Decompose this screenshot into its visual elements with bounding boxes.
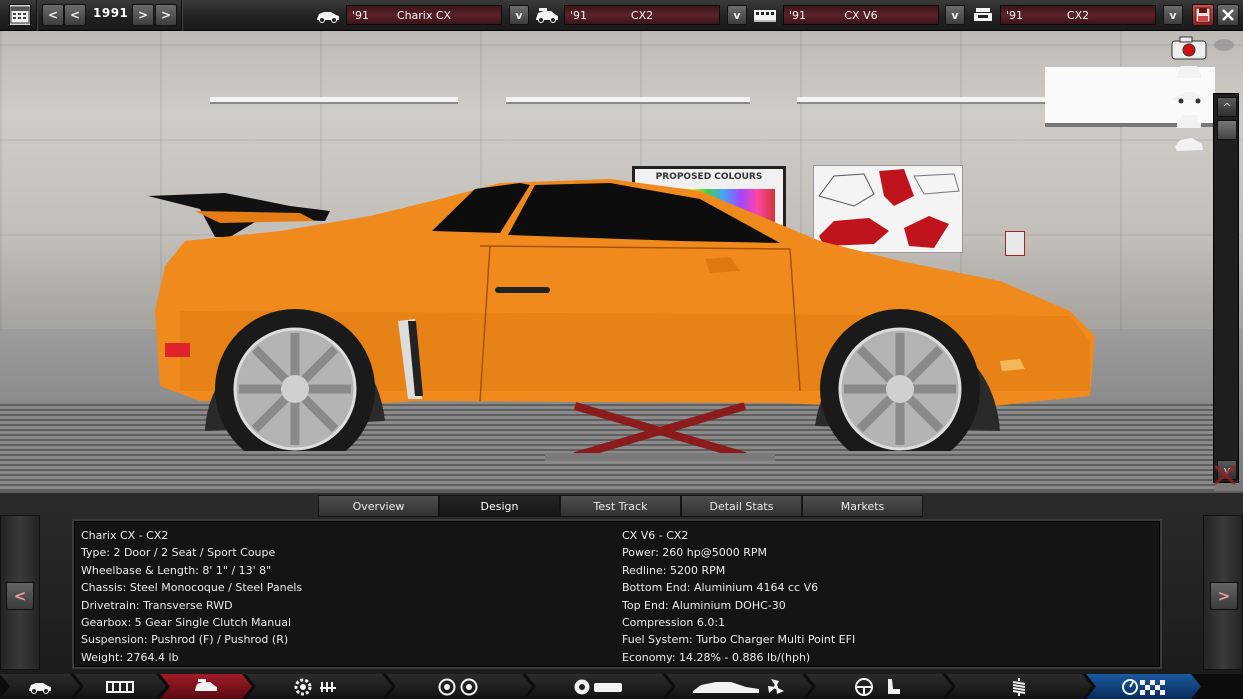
year-forward-ten-button[interactable]: > — [155, 4, 177, 26]
year-forward-button[interactable]: > — [132, 4, 154, 26]
ceiling-light — [210, 97, 458, 104]
nav-body[interactable] — [160, 674, 252, 699]
engine-info-column: CX V6 - CX2 Power: 260 hp@5000 RPM Redli… — [622, 527, 855, 666]
side-view-icon[interactable] — [1172, 86, 1206, 106]
car-model-render — [148, 179, 1095, 451]
engine-field[interactable]: '91 CX V6 — [783, 5, 939, 25]
aero-icon — [691, 677, 787, 697]
info-tabs: Overview Design Test Track Detail Stats … — [318, 495, 923, 517]
tab-overview[interactable]: Overview — [318, 495, 439, 517]
suspension-icon — [1009, 677, 1029, 697]
car-model-icon — [27, 679, 53, 695]
car-chassis: Chassis: Steel Monocoque / Steel Panels — [81, 581, 303, 595]
engine-name: CX V6 — [844, 9, 878, 22]
car-gearbox: Gearbox: 5 Gear Single Clutch Manual — [81, 616, 292, 630]
three-quarter-view-icon[interactable] — [1172, 135, 1206, 155]
rear-view-icon[interactable] — [1172, 111, 1206, 131]
engine-icon — [294, 678, 344, 696]
wheels-icon — [437, 678, 481, 696]
car-model-field[interactable]: '91 Charix CX — [346, 5, 502, 25]
nav-chassis[interactable] — [74, 674, 166, 699]
car-type: Type: 2 Door / 2 Seat / Sport Coupe — [81, 546, 276, 560]
engine-bottom-end: Bottom End: Aluminium 4164 cc V6 — [622, 581, 819, 595]
nav-engine[interactable] — [246, 674, 392, 699]
zoom-up-button[interactable]: ^ — [1217, 97, 1237, 117]
car-name: Charix CX - CX2 — [81, 529, 169, 542]
engine-top-end: Top End: Aluminium DOHC-30 — [622, 598, 786, 612]
body-icon — [193, 679, 219, 695]
car-model-dropdown-button[interactable]: v — [509, 5, 529, 25]
year-display: 1991 — [93, 6, 129, 20]
nav-car-model[interactable] — [0, 674, 80, 699]
brakes-icon — [572, 678, 626, 696]
info-panel: Overview Design Test Track Detail Stats … — [0, 491, 1243, 674]
engine-redline: Redline: 5200 RPM — [622, 563, 726, 577]
dropdown-label: v — [733, 8, 741, 22]
nav-wheels[interactable] — [386, 674, 532, 699]
nav-interior[interactable] — [806, 674, 952, 699]
next-car-button[interactable]: > — [1210, 582, 1238, 610]
divider — [181, 0, 183, 31]
engine-variant-dropdown-button[interactable]: v — [1163, 5, 1183, 25]
engine-variant-field[interactable]: '91 CX2 — [1000, 5, 1156, 25]
engine-power: Power: 260 hp@5000 RPM — [622, 546, 767, 560]
dropdown-label: v — [1169, 8, 1177, 22]
car-info-column: Charix CX - CX2 Type: 2 Door / 2 Seat / … — [81, 527, 302, 666]
car-viewport[interactable]: PROPOSED COLOURS ^ v — [0, 31, 1243, 491]
previous-car-button[interactable]: < — [6, 582, 34, 610]
car-drivetrain: Drivetrain: Transverse RWD — [81, 598, 233, 612]
year-back-button[interactable]: < — [64, 4, 86, 26]
engine-economy: Economy: 14.28% - 0.886 lb/(hph) — [622, 650, 811, 664]
screenshot-camera-icon[interactable] — [1170, 36, 1208, 60]
close-icon — [1222, 9, 1234, 21]
chassis-icon — [106, 679, 134, 695]
engine-name: CX V6 - CX2 — [622, 529, 689, 542]
variant-name: CX2 — [1066, 9, 1090, 22]
engine-icon — [754, 10, 776, 22]
interior-icon — [854, 677, 904, 697]
calendar-icon[interactable] — [9, 4, 31, 26]
engine-dropdown-button[interactable]: v — [945, 5, 965, 25]
design-step-nav — [0, 674, 1243, 699]
nav-test-drive[interactable] — [1086, 674, 1201, 699]
ceiling-light — [797, 97, 1045, 104]
car-weight: Weight: 2764.4 lb — [81, 650, 179, 664]
nav-aero[interactable] — [666, 674, 812, 699]
engine-fuel-system: Fuel System: Turbo Charger Multi Point E… — [622, 633, 856, 647]
test-drive-icon — [1122, 678, 1166, 696]
reset-view-icon[interactable] — [1212, 463, 1238, 487]
zoom-slider-thumb[interactable] — [1217, 120, 1237, 140]
front-view-icon[interactable] — [1172, 61, 1206, 81]
trim-name: CX2 — [630, 9, 654, 22]
dropdown-label: v — [951, 8, 959, 22]
tab-detail-stats[interactable]: Detail Stats — [681, 495, 802, 517]
engine-variant-icon — [974, 8, 992, 21]
ceiling-light — [506, 97, 750, 104]
trim-dropdown-button[interactable]: v — [727, 5, 747, 25]
save-icon — [1195, 7, 1211, 23]
car-model-icon — [317, 12, 339, 23]
trim-icon — [536, 8, 558, 23]
camera-settings-icon[interactable] — [1214, 39, 1234, 51]
tab-design[interactable]: Design — [439, 495, 560, 517]
car-wheelbase: Wheelbase & Length: 8' 1" / 13' 8" — [81, 563, 272, 577]
tab-markets[interactable]: Markets — [802, 495, 923, 517]
top-bar: < < 1991 > > '91 Charix CX v '91 CX2 v '… — [0, 0, 1243, 31]
car-model-name: Charix CX — [396, 9, 452, 22]
divider — [36, 0, 38, 31]
dropdown-label: v — [515, 8, 523, 22]
trim-field[interactable]: '91 CX2 — [564, 5, 720, 25]
zoom-scrollbar[interactable]: ^ v — [1213, 93, 1239, 483]
close-button[interactable] — [1217, 4, 1239, 26]
save-button[interactable] — [1192, 4, 1214, 26]
year-back-ten-button[interactable]: < — [42, 4, 64, 26]
stats-box: Charix CX - CX2 Type: 2 Door / 2 Seat / … — [72, 519, 1162, 669]
car-suspension: Suspension: Pushrod (F) / Pushrod (R) — [81, 633, 289, 647]
tab-test-track[interactable]: Test Track — [560, 495, 681, 517]
nav-brakes[interactable] — [526, 674, 672, 699]
nav-suspension[interactable] — [946, 674, 1092, 699]
engine-compression: Compression 6.0:1 — [622, 616, 726, 630]
